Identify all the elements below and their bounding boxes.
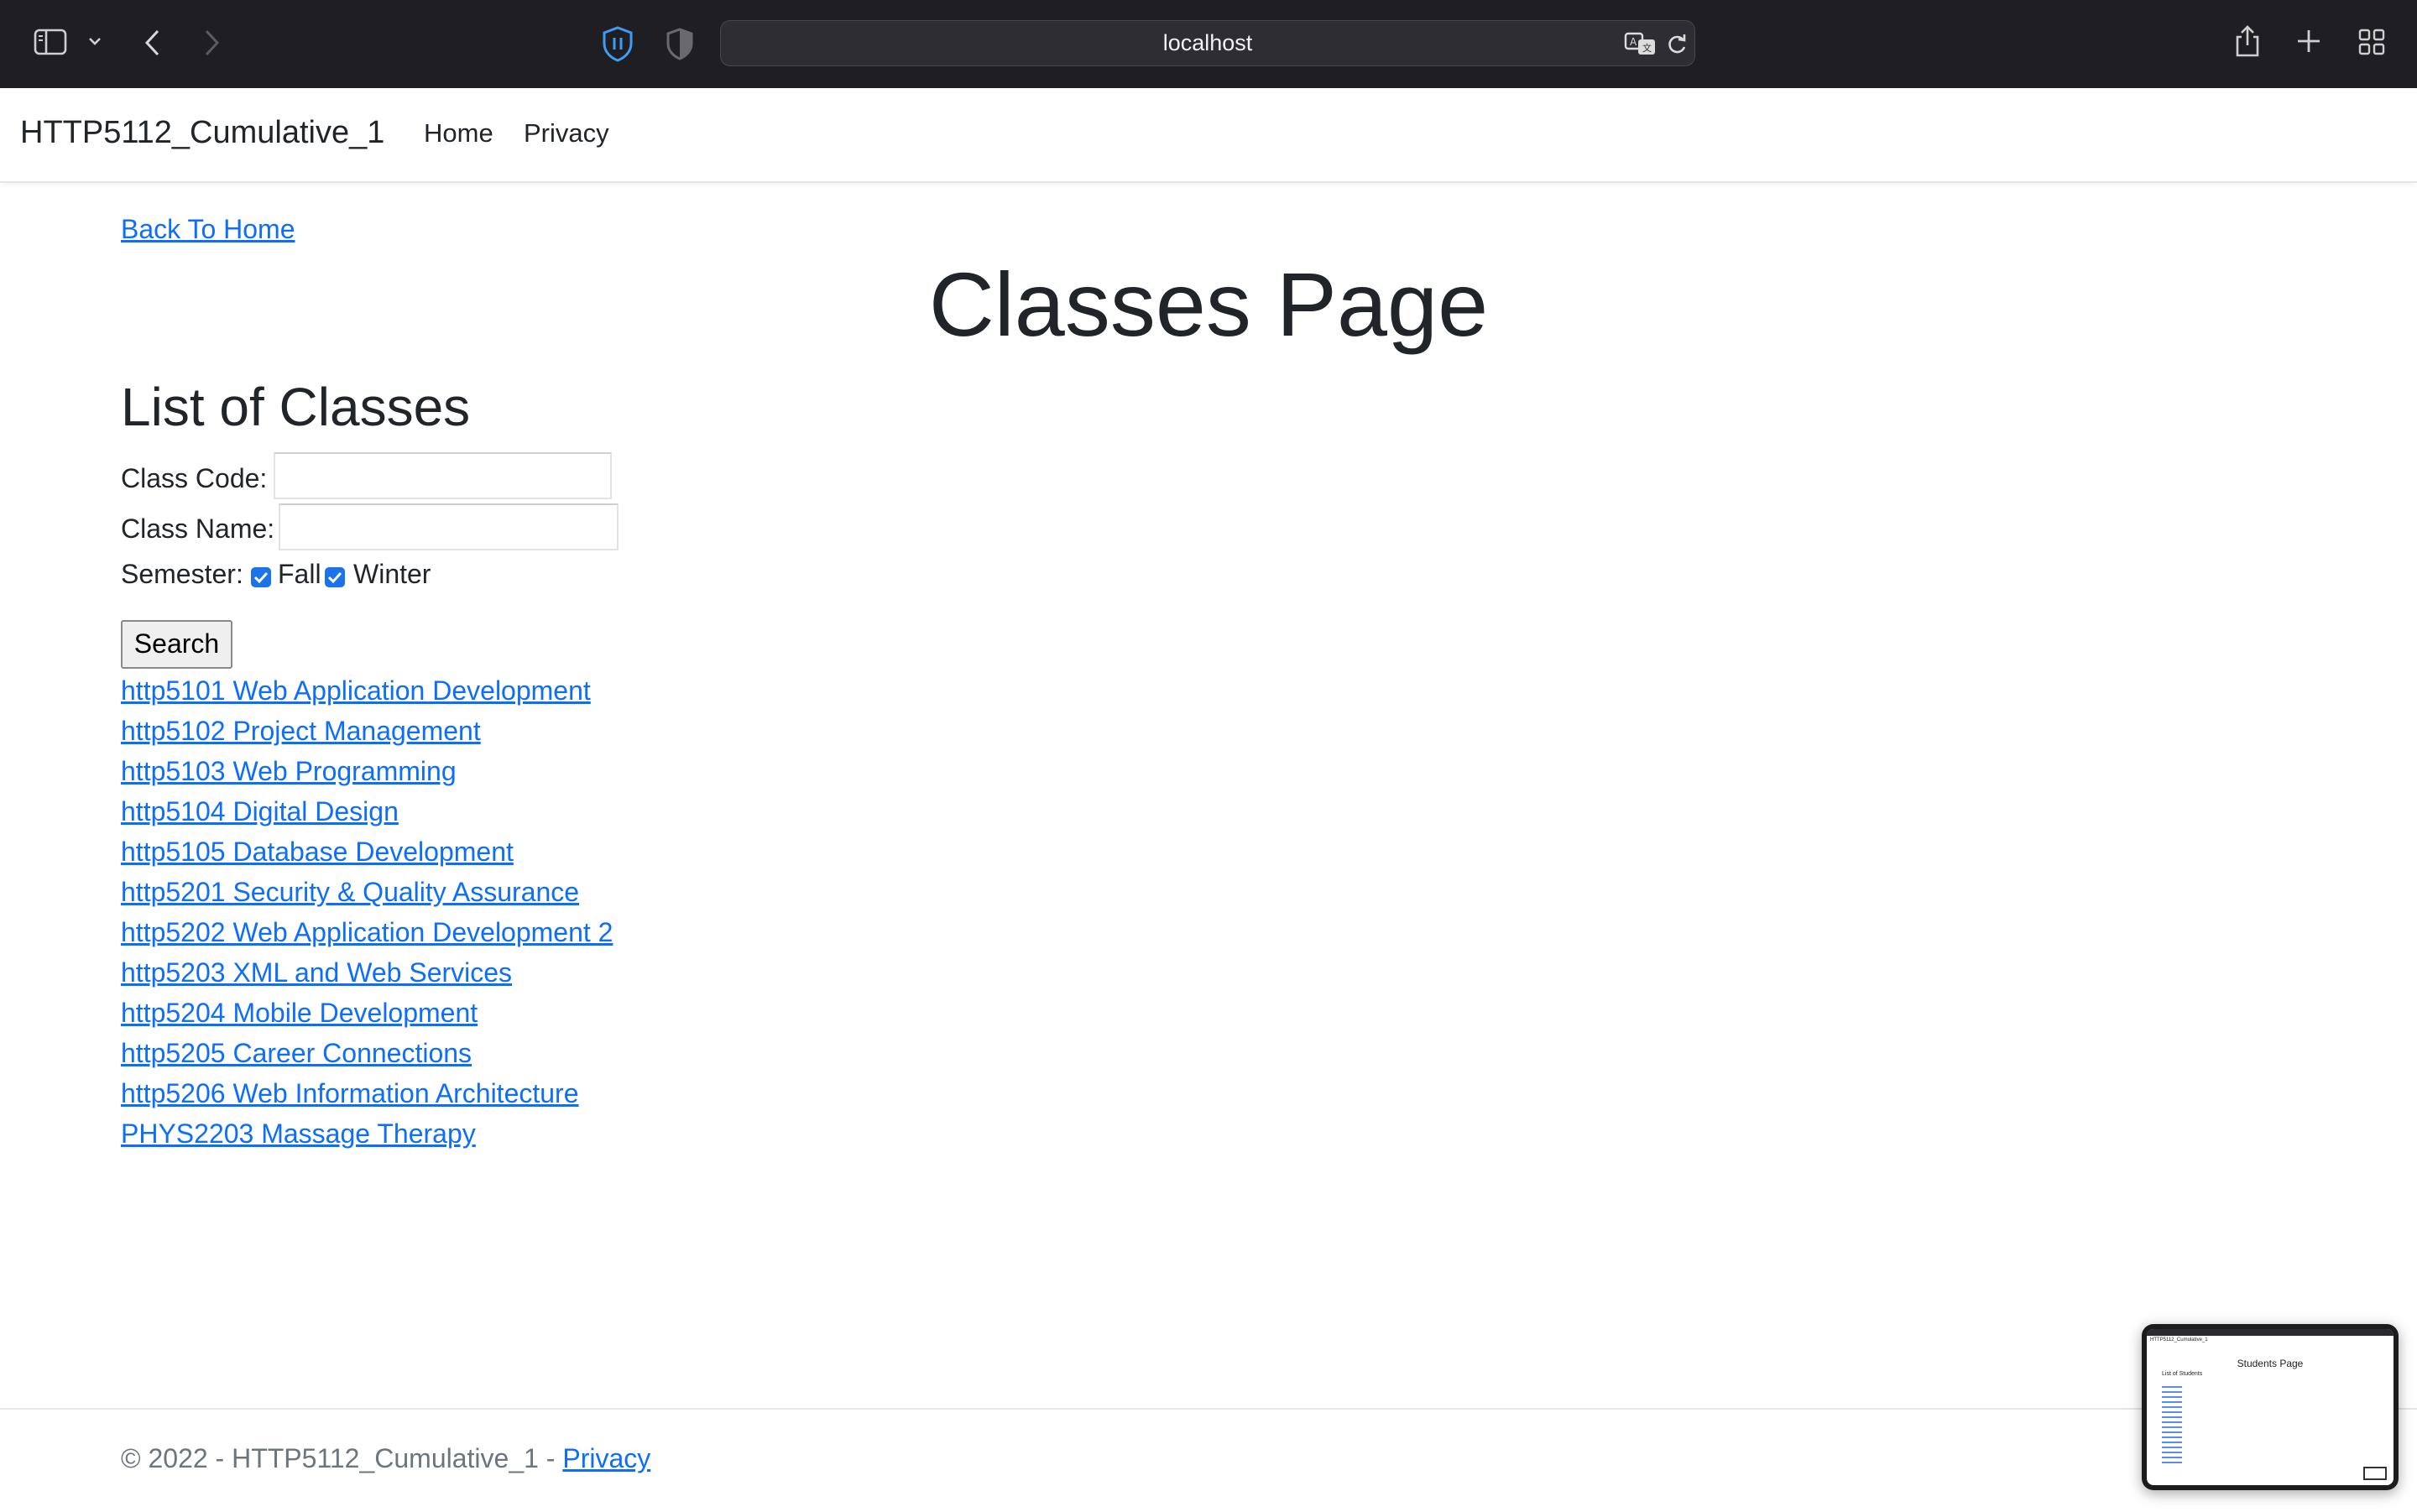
class-link[interactable]: http5202 Web Application Development 2 (121, 917, 613, 947)
class-link[interactable]: PHYS2203 Massage Therapy (121, 1118, 476, 1149)
thumbnail-content: HTTP5112_Cumulative_1 Students Page List… (2147, 1329, 2394, 1485)
footer-text: © 2022 - HTTP5112_Cumulative_1 - Privacy (121, 1443, 650, 1474)
footer-privacy-link[interactable]: Privacy (562, 1443, 650, 1473)
list-item: http5103 Web Programming (121, 752, 613, 792)
shield-icon[interactable] (601, 25, 634, 62)
url-text: localhost (1162, 30, 1253, 55)
footer-copyright: © 2022 - HTTP5112_Cumulative_1 - (121, 1443, 563, 1473)
class-link[interactable]: http5102 Project Management (121, 716, 481, 746)
thumbnail-list (2162, 1386, 2182, 1467)
list-item: http5102 Project Management (121, 712, 613, 752)
class-link[interactable]: http5203 XML and Web Services (121, 957, 512, 988)
svg-text:A: A (1630, 36, 1637, 48)
winter-checkbox[interactable] (325, 567, 345, 587)
browser-toolbar: localhost A文 (0, 0, 2417, 89)
class-link[interactable]: http5101 Web Application Development (121, 675, 591, 706)
class-link[interactable]: http5105 Database Development (121, 837, 514, 867)
class-code-label: Class Code: (121, 463, 268, 493)
screenshot-thumbnail[interactable]: HTTP5112_Cumulative_1 Students Page List… (2142, 1324, 2399, 1490)
svg-text:文: 文 (1642, 42, 1652, 54)
chevron-left-icon[interactable] (143, 29, 163, 57)
chevron-down-icon[interactable] (87, 35, 102, 47)
search-button[interactable]: Search (121, 620, 232, 669)
navbar-brand[interactable]: HTTP5112_Cumulative_1 (20, 115, 384, 151)
thumbnail-window-icon (2363, 1467, 2387, 1480)
site-footer: © 2022 - HTTP5112_Cumulative_1 - Privacy (0, 1408, 2417, 1512)
class-link[interactable]: http5104 Digital Design (121, 796, 399, 826)
chevron-right-icon[interactable] (201, 29, 222, 57)
list-item: http5203 XML and Web Services (121, 953, 613, 993)
thumbnail-subtitle: List of Students (2162, 1371, 2203, 1377)
class-link[interactable]: http5206 Web Information Architecture (121, 1078, 579, 1108)
list-item: http5205 Career Connections (121, 1034, 613, 1074)
class-name-label: Class Name: (121, 514, 275, 544)
reload-icon[interactable] (1666, 33, 1688, 56)
list-item: http5204 Mobile Development (121, 993, 613, 1034)
list-item: http5105 Database Development (121, 832, 613, 873)
fall-label: Fall (278, 559, 321, 589)
class-link[interactable]: http5201 Security & Quality Assurance (121, 877, 579, 907)
class-code-input[interactable] (274, 452, 612, 499)
class-name-input[interactable] (279, 503, 619, 550)
site-navbar: HTTP5112_Cumulative_1 Home Privacy (0, 88, 2417, 183)
plus-icon[interactable] (2296, 29, 2321, 54)
list-item: PHYS2203 Massage Therapy (121, 1114, 613, 1155)
class-link[interactable]: http5204 Mobile Development (121, 998, 478, 1028)
list-item: http5202 Web Application Development 2 (121, 913, 613, 953)
class-list: http5101 Web Application Development htt… (121, 671, 613, 1155)
back-to-home-link[interactable]: Back To Home (121, 214, 295, 245)
nav-link-home[interactable]: Home (424, 118, 493, 149)
list-item: http5101 Web Application Development (121, 671, 613, 712)
thumbnail-brand: HTTP5112_Cumulative_1 (2150, 1337, 2208, 1343)
thumbnail-title: Students Page (2237, 1358, 2304, 1369)
section-title: List of Classes (121, 377, 471, 437)
sidebar-icon[interactable] (34, 29, 67, 55)
page-title: Classes Page (928, 253, 1489, 355)
half-shield-icon[interactable] (665, 27, 695, 60)
fall-checkbox[interactable] (251, 567, 271, 587)
share-icon[interactable] (2234, 23, 2261, 59)
list-item: http5104 Digital Design (121, 792, 613, 832)
winter-label: Winter (353, 559, 431, 589)
list-item: http5201 Security & Quality Assurance (121, 873, 613, 913)
grid-icon[interactable] (2358, 29, 2385, 55)
checkmark-icon (253, 571, 269, 584)
list-item: http5206 Web Information Architecture (121, 1074, 613, 1114)
translate-icon[interactable]: A文 (1624, 31, 1657, 56)
thumbnail-toolbar (2147, 1329, 2394, 1336)
semester-label: Semester: (121, 559, 243, 589)
class-link[interactable]: http5103 Web Programming (121, 756, 457, 786)
checkmark-icon (327, 571, 342, 584)
address-bar[interactable]: localhost A文 (720, 20, 1695, 66)
class-link[interactable]: http5205 Career Connections (121, 1038, 472, 1068)
nav-link-privacy[interactable]: Privacy (524, 118, 609, 149)
